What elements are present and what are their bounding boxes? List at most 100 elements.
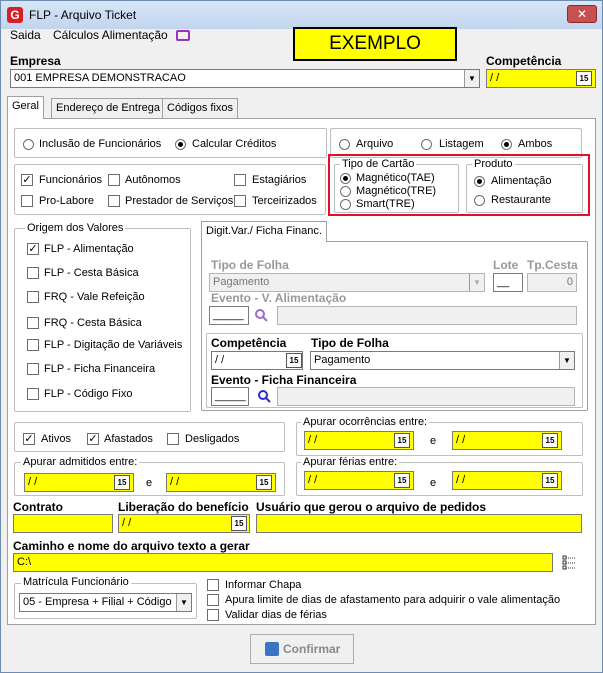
confirm-button[interactable]: Confirmar — [250, 634, 354, 664]
digvar-tipo-select: Pagamento ▼ — [209, 273, 485, 292]
tab-endereco[interactable]: Endereço de Entrega — [51, 98, 165, 118]
cat-prestador-checkbox[interactable] — [108, 195, 120, 207]
exemplo-banner: EXEMPLO — [293, 27, 457, 61]
contrato-field[interactable] — [13, 514, 113, 533]
calendar-icon[interactable]: 15 — [231, 516, 247, 531]
output-ambos-label: Ambos — [518, 138, 553, 150]
origem-flp-ficha-checkbox[interactable] — [27, 363, 39, 375]
caminho-label: Caminho e nome do arquivo texto a gerar — [13, 539, 250, 553]
ficha-tipo-select[interactable]: Pagamento ▼ — [310, 351, 575, 370]
origem-flp-digitacao-label: FLP - Digitação de Variáveis — [44, 339, 183, 351]
origem-flp-cesta-label: FLP - Cesta Básica — [44, 267, 139, 279]
output-listagem-radio[interactable] — [421, 139, 432, 150]
caminho-value: C:\ — [17, 556, 32, 568]
cat-funcionarios-checkbox[interactable]: ✓ — [21, 174, 33, 186]
origem-frq-cesta-label: FRQ - Cesta Básica — [44, 317, 142, 329]
ficha-evento-value: _____ — [215, 390, 246, 402]
sit-desligados-checkbox[interactable] — [167, 433, 179, 445]
menu-saida[interactable]: Saida — [10, 28, 41, 42]
cartao-tae-radio[interactable] — [340, 173, 351, 184]
sit-afastados-checkbox[interactable]: ✓ — [87, 433, 99, 445]
monitor-icon[interactable] — [176, 30, 190, 41]
tab-codigos-fixos[interactable]: Códigos fixos — [162, 98, 239, 118]
apura-limite-label: Apura limite de dias de afastamento para… — [225, 594, 561, 606]
sit-ativos-checkbox[interactable]: ✓ — [23, 433, 35, 445]
digvar-evento-value: _____ — [213, 309, 244, 321]
empresa-label: Empresa — [10, 54, 61, 68]
cat-estagiarios-checkbox[interactable] — [234, 174, 246, 186]
empresa-select[interactable]: 001 EMPRESA DEMONSTRACAO ▼ — [10, 69, 480, 88]
digvar-tpcesta-field: 0 — [527, 273, 577, 292]
mode-calcular-radio[interactable] — [175, 139, 186, 150]
origem-frq-cesta-checkbox[interactable] — [27, 317, 39, 329]
tab-geral[interactable]: Geral — [7, 96, 44, 119]
cat-autonomos-label: Autônomos — [125, 174, 181, 186]
usuario-field[interactable] — [256, 514, 582, 533]
cat-estagiarios-label: Estagiários — [252, 174, 307, 186]
admitidos-from-value: / / — [28, 476, 38, 488]
tab-digvar[interactable]: Digit.Var./ Ficha Financ. — [201, 221, 327, 242]
origem-title: Origem dos Valores — [25, 222, 126, 234]
calendar-icon[interactable]: 15 — [286, 353, 302, 368]
search-icon[interactable] — [257, 389, 271, 403]
apura-limite-checkbox[interactable] — [207, 594, 219, 606]
cartao-tre-radio[interactable] — [340, 186, 351, 197]
calendar-icon[interactable]: 15 — [542, 473, 558, 488]
origem-frq-vale-checkbox[interactable] — [27, 291, 39, 303]
output-listagem-label: Listagem — [439, 138, 484, 150]
digvar-evento-field[interactable]: _____ — [209, 306, 249, 325]
ocorrencias-title: Apurar ocorrências entre: — [301, 416, 430, 428]
chevron-down-icon[interactable]: ▼ — [559, 352, 574, 369]
informar-chapa-checkbox[interactable] — [207, 579, 219, 591]
origem-flp-codigo-checkbox[interactable] — [27, 388, 39, 400]
calendar-icon[interactable]: 15 — [114, 475, 130, 490]
mode-calcular-label: Calcular Créditos — [192, 138, 277, 150]
title-bar: G FLP - Arquivo Ticket ✕ — [1, 1, 602, 29]
ficha-evento-field[interactable]: _____ — [211, 387, 249, 406]
chevron-down-icon[interactable]: ▼ — [464, 70, 479, 87]
tab-digvar-label: Digit.Var./ Ficha Financ. — [206, 225, 322, 237]
sit-desligados-label: Desligados — [185, 433, 240, 445]
liberacao-label: Liberação do benefício — [118, 500, 249, 514]
sit-afastados-label: Afastados — [104, 433, 153, 445]
digvar-lote-field[interactable]: __ — [493, 273, 523, 292]
calendar-icon[interactable]: 15 — [394, 473, 410, 488]
contrato-label: Contrato — [13, 500, 63, 514]
validar-ferias-label: Validar dias de férias — [225, 609, 327, 621]
caminho-field[interactable]: C:\ — [13, 553, 553, 572]
validar-ferias-checkbox[interactable] — [207, 609, 219, 621]
calendar-icon[interactable]: 15 — [256, 475, 272, 490]
browse-folder-icon[interactable] — [561, 554, 577, 570]
competencia-value: / / — [490, 72, 500, 84]
close-button[interactable]: ✕ — [567, 5, 597, 23]
cat-terceirizados-checkbox[interactable] — [234, 195, 246, 207]
cartao-smart-radio[interactable] — [340, 199, 351, 210]
calendar-icon[interactable]: 15 — [576, 71, 592, 86]
output-arquivo-radio[interactable] — [339, 139, 350, 150]
origem-flp-cesta-checkbox[interactable] — [27, 267, 39, 279]
calendar-icon[interactable]: 15 — [542, 433, 558, 448]
origem-flp-alimentacao-checkbox[interactable]: ✓ — [27, 243, 39, 255]
tipo-cartao-title: Tipo de Cartão — [340, 158, 417, 170]
informar-chapa-label: Informar Chapa — [225, 579, 302, 591]
menu-calculos[interactable]: Cálculos Alimentação — [53, 28, 168, 42]
cat-prolabore-checkbox[interactable] — [21, 195, 33, 207]
save-icon — [265, 642, 279, 656]
competencia-label: Competência — [486, 54, 562, 68]
chevron-down-icon[interactable]: ▼ — [176, 594, 191, 611]
output-ambos-radio[interactable] — [501, 139, 512, 150]
matricula-select[interactable]: 05 - Empresa + Filial + Código ▼ — [19, 593, 192, 612]
search-icon[interactable] — [254, 308, 268, 322]
calendar-icon[interactable]: 15 — [394, 433, 410, 448]
mode-inclusao-radio[interactable] — [23, 139, 34, 150]
produto-alimentacao-radio[interactable] — [474, 176, 485, 187]
origem-flp-digitacao-checkbox[interactable] — [27, 339, 39, 351]
cat-autonomos-checkbox[interactable] — [108, 174, 120, 186]
chevron-down-icon: ▼ — [469, 274, 484, 291]
origem-flp-codigo-label: FLP - Código Fixo — [44, 388, 133, 400]
produto-restaurante-radio[interactable] — [474, 195, 485, 206]
tab-endereco-label: Endereço de Entrega — [56, 102, 160, 114]
sit-ativos-label: Ativos — [41, 433, 71, 445]
digvar-evento-desc — [277, 306, 577, 325]
mode-inclusao-label: Inclusão de Funcionários — [39, 138, 162, 150]
